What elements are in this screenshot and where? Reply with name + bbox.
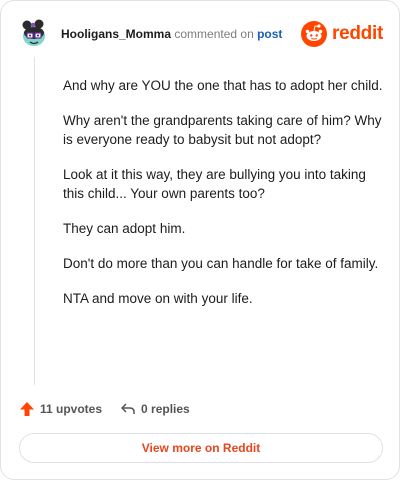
comment-paragraph: Why aren't the grandparents taking care … — [63, 113, 382, 147]
reddit-brand-logo[interactable]: reddit — [301, 19, 383, 49]
comment-paragraph: And why are YOU the one that has to adop… — [63, 78, 383, 93]
post-link[interactable]: post — [257, 27, 282, 41]
comment-paragraph: Look at it this way, they are bullying y… — [63, 167, 366, 201]
header-text: Hooligans_Momma commented on post — [61, 27, 282, 41]
reddit-comment-embed-card: Hooligans_Momma commented on post reddit… — [0, 0, 400, 480]
comment-actions: 11 upvotes 0 replies — [19, 399, 208, 419]
reply-count: 0 replies — [141, 402, 190, 416]
upvote-count: 11 upvotes — [40, 402, 103, 416]
reddit-wordmark: reddit — [332, 23, 383, 44]
username-link[interactable]: Hooligans_Momma — [61, 27, 171, 41]
user-avatar[interactable] — [19, 19, 49, 49]
comment-paragraph: NTA and move on with your life. — [63, 291, 253, 306]
upvote-button[interactable]: 11 upvotes — [19, 401, 102, 417]
snoo-avatar-icon — [22, 19, 45, 46]
thread-line — [34, 57, 35, 385]
comment-header: Hooligans_Momma commented on post reddit — [19, 19, 383, 49]
reply-arrow-icon — [121, 403, 135, 414]
comment-paragraph: They can adopt him. — [63, 221, 186, 236]
reply-button[interactable]: 0 replies — [120, 401, 190, 417]
reddit-snoo-icon — [301, 21, 328, 47]
action-text: commented on — [174, 27, 254, 41]
comment-paragraph: Don't do more than you can handle for ta… — [63, 256, 379, 271]
comment-body: And why are YOU the one that has to adop… — [63, 76, 385, 324]
view-more-on-reddit-button[interactable]: View more on Reddit — [19, 433, 383, 463]
upvote-arrow-icon — [20, 402, 34, 416]
